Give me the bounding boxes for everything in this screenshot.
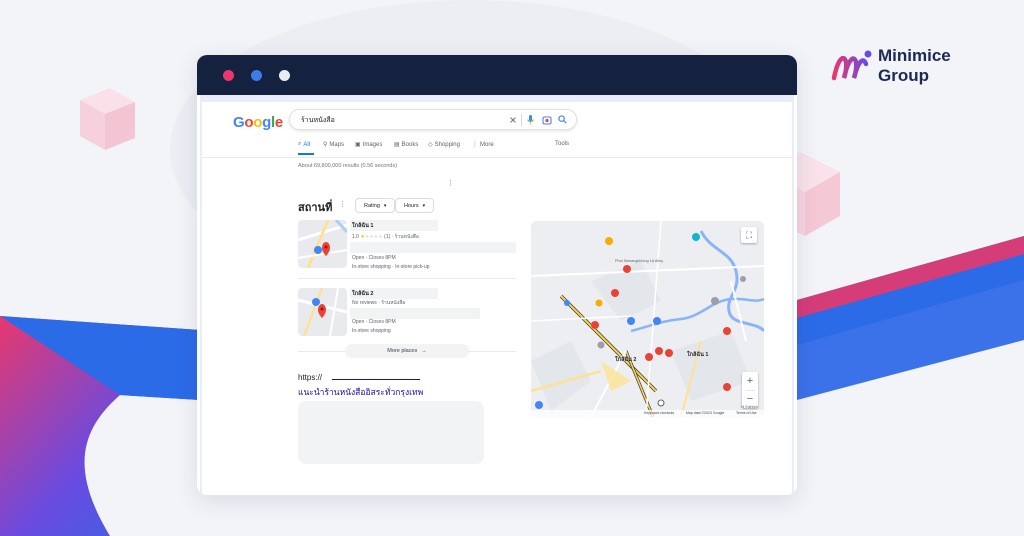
chevron-down-icon: ▾	[422, 202, 426, 209]
header-divider	[202, 157, 792, 158]
place-hours: Open · Closes 8PM	[352, 255, 396, 261]
tab-tools[interactable]: Tools	[555, 141, 569, 147]
result-url-redacted	[332, 379, 420, 380]
tab-more[interactable]: ⋮ More	[472, 141, 494, 149]
results-count: About 69,800,000 results (0.56 seconds)	[298, 163, 398, 169]
search-separator	[521, 114, 522, 126]
map-pin-label-2: ใกล้ฉัน 2	[615, 357, 637, 363]
google-results-page: Google ร้านหนังสือ ⌕ All ⚲ Maps ▣ Images ▤ B…	[202, 102, 792, 495]
tab-books[interactable]: ▤ Books	[394, 141, 418, 149]
result-snippet-placeholder	[298, 401, 484, 464]
places-divider	[298, 278, 516, 279]
place-address-placeholder	[350, 308, 480, 319]
place-reviews-row: No reviews · ร้านหนังสือ	[352, 300, 406, 306]
chevron-down-icon: ▾	[383, 202, 387, 209]
rating-filter[interactable]: Rating ▾	[355, 198, 396, 213]
search-input[interactable]: ร้านหนังสือ	[289, 109, 577, 130]
place-result-1[interactable]: ใกล้ฉัน 1 1.0 ★★★★★ (1) · ร้านหนังสือ Op…	[298, 220, 516, 272]
more-places-button[interactable]: More places →	[345, 344, 469, 358]
active-tab-indicator	[298, 153, 314, 155]
book-icon: ▤	[394, 142, 400, 148]
result-url[interactable]: https://	[298, 373, 322, 382]
window-minimize-dot[interactable]	[251, 70, 262, 81]
keyboard-shortcuts-link[interactable]: Keyboard shortcuts	[644, 411, 674, 415]
fullscreen-icon[interactable]: ⛶	[741, 227, 757, 243]
tab-shopping[interactable]: ◇ Shopping	[428, 141, 460, 149]
search-icon[interactable]	[558, 115, 567, 124]
place-map-thumbnail	[298, 288, 347, 336]
place-address-placeholder	[350, 242, 516, 253]
hours-filter[interactable]: Hours ▾	[395, 198, 435, 213]
arrow-right-icon: →	[421, 348, 427, 354]
search-icon: ⌕	[298, 141, 302, 147]
map-corner-label: Hi Suthisiri	[741, 405, 758, 409]
brand-name-line1: Minimice	[878, 46, 951, 65]
place-rating-row: 1.0 ★★★★★ (1) · ร้านหนังสือ	[352, 234, 419, 240]
minimice-logo-icon	[831, 50, 872, 81]
place-services: In-store shopping	[352, 328, 391, 334]
brand-logo: Minimice Group	[830, 44, 1010, 90]
map-footer: Keyboard shortcuts Map data ©2023 Google…	[531, 410, 764, 417]
tag-icon: ◇	[428, 142, 433, 148]
search-query-text: ร้านหนังสือ	[301, 117, 335, 124]
clear-icon[interactable]	[509, 116, 517, 124]
cube-left	[80, 88, 135, 150]
brand-name-line2: Group	[878, 66, 929, 85]
camera-icon[interactable]	[542, 115, 552, 125]
places-menu-icon[interactable]: ⋮	[339, 200, 346, 208]
google-logo[interactable]: Google	[233, 114, 283, 131]
map-road-label: Phai Sawangkhlong 1A Alley	[615, 259, 664, 263]
tab-images[interactable]: ▣ Images	[355, 141, 382, 149]
map-data-attribution: Map data ©2023 Google	[686, 411, 725, 415]
zoom-in-button[interactable]: +	[742, 372, 758, 390]
places-heading: สถานที่	[298, 202, 333, 214]
kebab-icon[interactable]: ⋮	[447, 179, 454, 187]
terms-of-use-link[interactable]: Terms of Use	[736, 411, 757, 415]
place-services: In-store shopping · In-store pick-up	[352, 264, 430, 270]
zoom-controls: + −	[742, 372, 758, 408]
window-maximize-dot[interactable]	[279, 70, 290, 81]
mic-icon[interactable]	[527, 115, 534, 125]
tab-maps[interactable]: ⚲ Maps	[323, 141, 344, 149]
window-close-dot[interactable]	[223, 70, 234, 81]
place-result-2[interactable]: ใกล้ฉัน 2 No reviews · ร้านหนังสือ Open …	[298, 288, 516, 338]
map-pin-label-1: ใกล้ฉัน 1	[687, 352, 709, 358]
result-title-link[interactable]: แนะนำร้านหนังสืออิสระทั่วกรุงเทพ	[298, 385, 423, 399]
place-map-thumbnail	[298, 220, 347, 268]
more-icon: ⋮	[472, 142, 478, 148]
image-icon: ▣	[355, 142, 361, 148]
tab-all[interactable]: ⌕ All	[298, 141, 310, 148]
browser-titlebar	[197, 55, 797, 95]
place-name: ใกล้ฉัน 1	[352, 223, 374, 229]
place-hours: Open · Closes 8PM	[352, 319, 396, 325]
place-name: ใกล้ฉัน 2	[352, 291, 374, 297]
map-panel[interactable]: Phai Sawangkhlong 1A Alley ใกล้ฉัน 2 ใกล…	[531, 221, 764, 417]
browser-window: Google ร้านหนังสือ ⌕ All ⚲ Maps ▣ Images ▤ B…	[197, 55, 797, 495]
map-canvas[interactable]	[531, 221, 764, 417]
pin-icon: ⚲	[323, 142, 328, 148]
